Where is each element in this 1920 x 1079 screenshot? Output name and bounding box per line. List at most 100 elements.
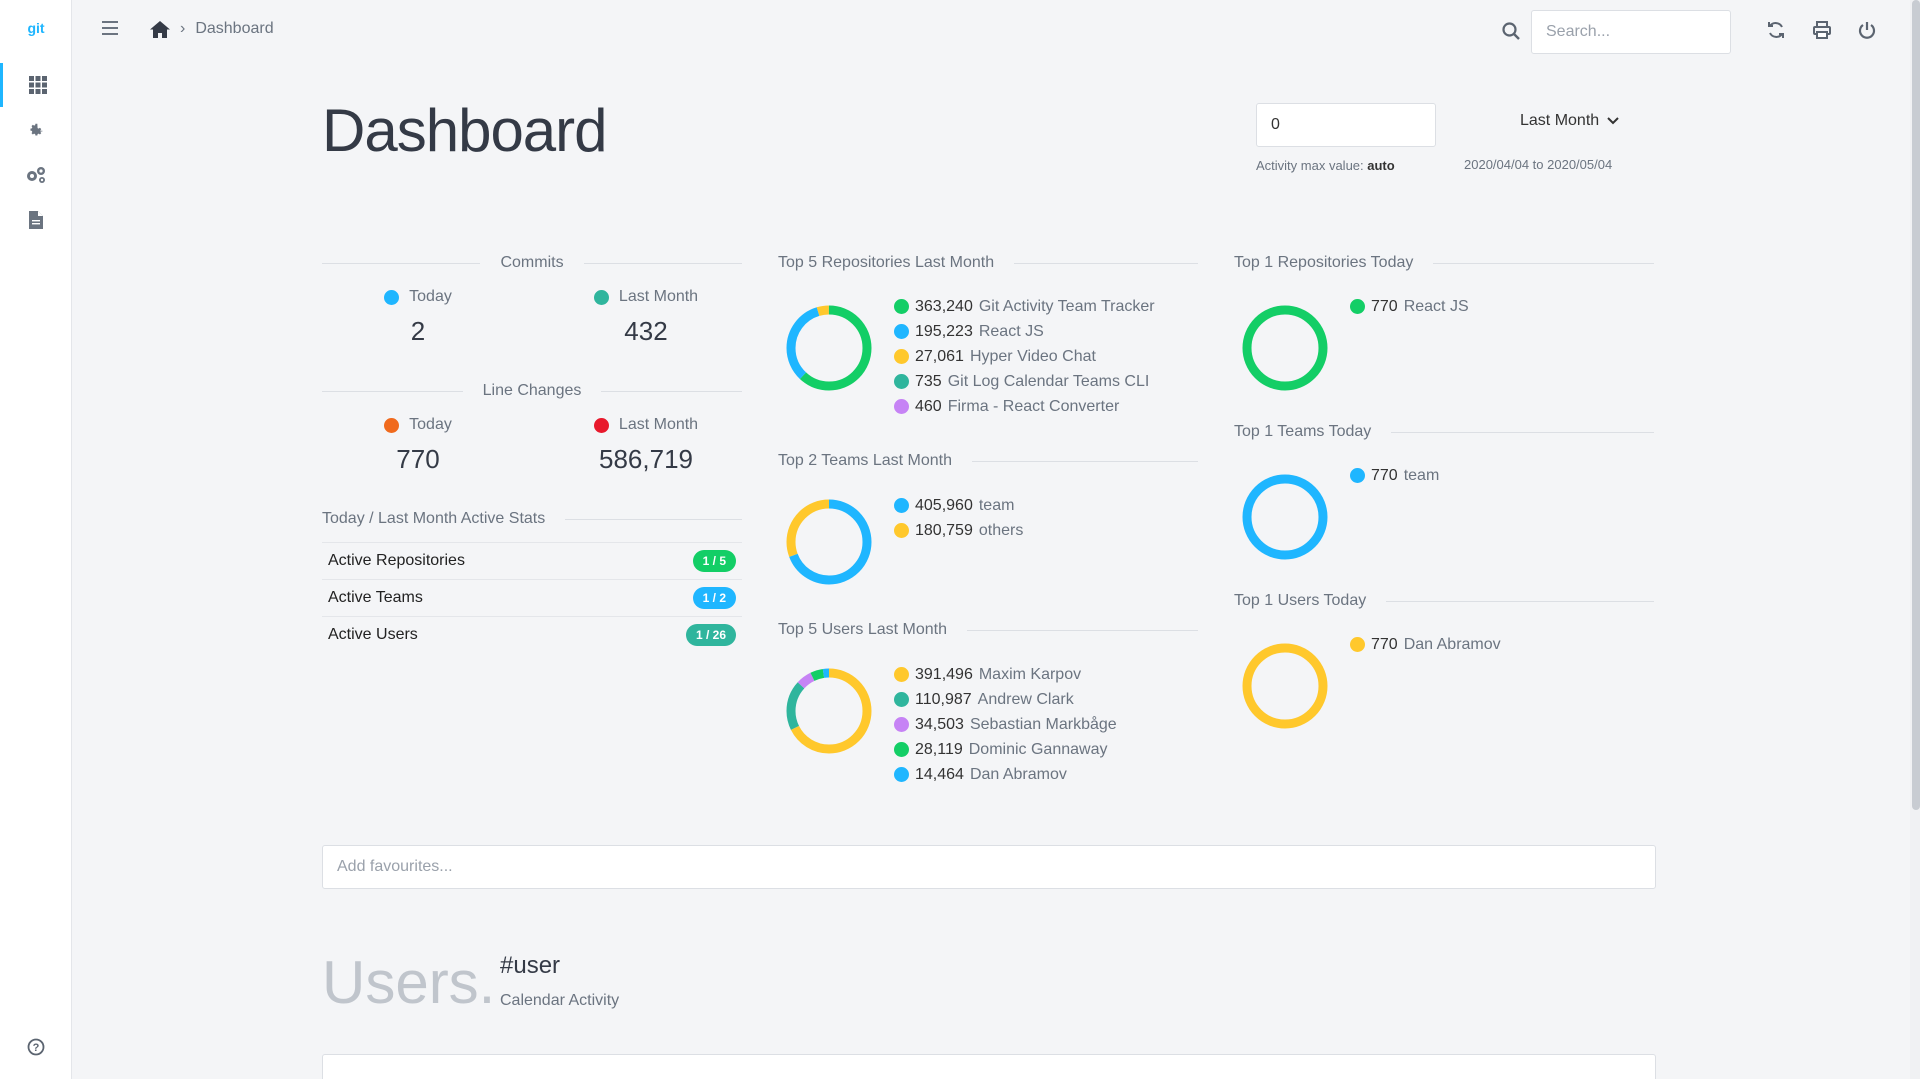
- legend-item: 363,240 Git Activity Team Tracker: [894, 294, 1155, 319]
- legend-label: team: [1403, 466, 1440, 484]
- chart-legend: 770 React JS: [1350, 294, 1469, 319]
- chart-legend: 363,240 Git Activity Team Tracker 195,223 R…: [894, 294, 1155, 419]
- legend-label: Git Activity Team Tracker: [978, 297, 1155, 315]
- donut-slice[interactable]: [1242, 474, 1328, 560]
- legend-dot: [1350, 637, 1365, 652]
- legend-item: 735 Git Log Calendar Teams CLI: [894, 369, 1155, 394]
- commits-today: Today 2: [322, 288, 514, 347]
- legend-dot: [1350, 468, 1365, 483]
- page-scrollbar[interactable]: [1910, 0, 1920, 1079]
- breadcrumb-current: Dashboard: [195, 20, 274, 37]
- active-stats-list: Active Repositories 1 / 5 Active Teams 1…: [322, 542, 742, 653]
- line-changes-today-value: 770: [396, 444, 440, 474]
- chart-legend: 770 team: [1350, 463, 1439, 488]
- activity-note: Activity max value: auto: [1256, 158, 1395, 173]
- line-changes-today: Today 770: [322, 416, 514, 475]
- status-dot: [593, 289, 609, 305]
- sidebar-item-docs[interactable]: [0, 198, 72, 242]
- legend-dot: [894, 742, 909, 757]
- app-logo[interactable]: git: [0, 20, 72, 36]
- status-badge: 1 / 2: [692, 587, 736, 609]
- help-circle-icon: ?: [27, 1038, 45, 1056]
- gear-icon: [30, 123, 43, 136]
- legend-value: 770: [1371, 466, 1398, 484]
- activity-max-input[interactable]: [1256, 103, 1436, 147]
- legend-item: 770 React JS: [1350, 294, 1469, 319]
- date-range-text: 2020/04/04 to 2020/05/04: [1464, 157, 1613, 172]
- legend-dot: [894, 324, 909, 339]
- svg-text:?: ?: [33, 1042, 40, 1054]
- legend-label: Dan Abramov: [1403, 635, 1501, 653]
- users-section-subtitle: Calendar Activity: [500, 992, 620, 1009]
- legend-item: 28,119 Dominic Gannaway: [894, 737, 1117, 762]
- legend-label: Andrew Clark: [977, 690, 1074, 708]
- help-button[interactable]: ?: [0, 1038, 72, 1061]
- legend-value: 770: [1371, 635, 1398, 653]
- search-input[interactable]: [1531, 10, 1731, 54]
- sidebar-item-dashboard[interactable]: [0, 63, 72, 107]
- donut-slice[interactable]: [1242, 305, 1328, 391]
- legend-dot: [894, 667, 909, 682]
- commits-header: Commits: [322, 254, 743, 272]
- activity-note-value: auto: [1367, 158, 1395, 173]
- scrollbar-thumb[interactable]: [1912, 0, 1920, 810]
- donut-chart: [1238, 301, 1332, 395]
- legend-value: 363,240: [915, 297, 973, 315]
- status-dot: [384, 289, 400, 305]
- calendar-activity-card: [322, 1054, 1656, 1079]
- list-item: Active Teams 1 / 2: [322, 579, 742, 616]
- legend-item: 460 Firma - React Converter: [894, 394, 1155, 419]
- chart-header-top-repos-today: Top 1 Repositories Today: [1234, 254, 1654, 272]
- home-icon[interactable]: [150, 20, 170, 38]
- legend-item: 195,223 React JS: [894, 319, 1155, 344]
- legend-label: React JS: [978, 322, 1044, 340]
- donut-chart-svg: [1242, 305, 1328, 391]
- chevron-right-icon: ›: [180, 20, 186, 37]
- donut-chart-svg: [1242, 474, 1328, 560]
- legend-dot: [1350, 299, 1365, 314]
- chevron-down-icon: [1607, 117, 1619, 125]
- sidebar-item-advanced-settings[interactable]: [0, 153, 72, 197]
- list-item: Active Repositories 1 / 5: [322, 542, 742, 579]
- legend-label: team: [978, 496, 1015, 514]
- refresh-button[interactable]: [1766, 20, 1786, 45]
- logout-button[interactable]: [1857, 20, 1877, 45]
- legend-value: 405,960: [915, 496, 973, 514]
- legend-value: 14,464: [915, 765, 964, 783]
- sidebar-item-settings[interactable]: [0, 108, 72, 152]
- chart-header-top-repos-month: Top 5 Repositories Last Month: [778, 254, 1198, 272]
- legend-dot: [894, 299, 909, 314]
- legend-value: 110,987: [915, 690, 972, 708]
- donut-chart: [1238, 470, 1332, 564]
- hamburger-icon: [102, 21, 118, 35]
- legend-value: 391,496: [915, 665, 973, 683]
- add-favourites-input[interactable]: [322, 845, 1656, 889]
- print-button[interactable]: [1812, 20, 1832, 45]
- users-section-title: Users.: [322, 949, 496, 1016]
- legend-dot: [894, 349, 909, 364]
- donut-slice[interactable]: [1242, 643, 1328, 729]
- legend-dot: [894, 498, 909, 513]
- status-badge: 1 / 5: [692, 550, 736, 572]
- date-range-select[interactable]: Last Month: [1520, 112, 1619, 130]
- print-icon: [1813, 21, 1831, 39]
- legend-value: 34,503: [915, 715, 964, 733]
- legend-item: 391,496 Maxim Karpov: [894, 662, 1117, 687]
- legend-value: 180,759: [915, 521, 973, 539]
- chart-legend: 405,960 team 180,759 others: [894, 493, 1023, 543]
- legend-item: 34,503 Sebastian Markbåge: [894, 712, 1117, 737]
- commits-last-month: Last Month 432: [550, 288, 742, 347]
- legend-dot: [894, 523, 909, 538]
- legend-item: 14,464 Dan Abramov: [894, 762, 1117, 787]
- legend-item: 110,987 Andrew Clark: [894, 687, 1117, 712]
- search-icon[interactable]: [1502, 22, 1520, 45]
- legend-label: others: [978, 521, 1024, 539]
- donut-chart: [782, 664, 876, 758]
- legend-item: 180,759 others: [894, 518, 1023, 543]
- topbar: › Dashboard: [72, 0, 1920, 62]
- legend-item: 770 team: [1350, 463, 1439, 488]
- menu-toggle-button[interactable]: [102, 21, 118, 40]
- legend-item: 27,061 Hyper Video Chat: [894, 344, 1155, 369]
- commits-month-value: 432: [624, 316, 668, 346]
- chart-legend: 391,496 Maxim Karpov 110,987 Andrew Clark 34…: [894, 662, 1117, 787]
